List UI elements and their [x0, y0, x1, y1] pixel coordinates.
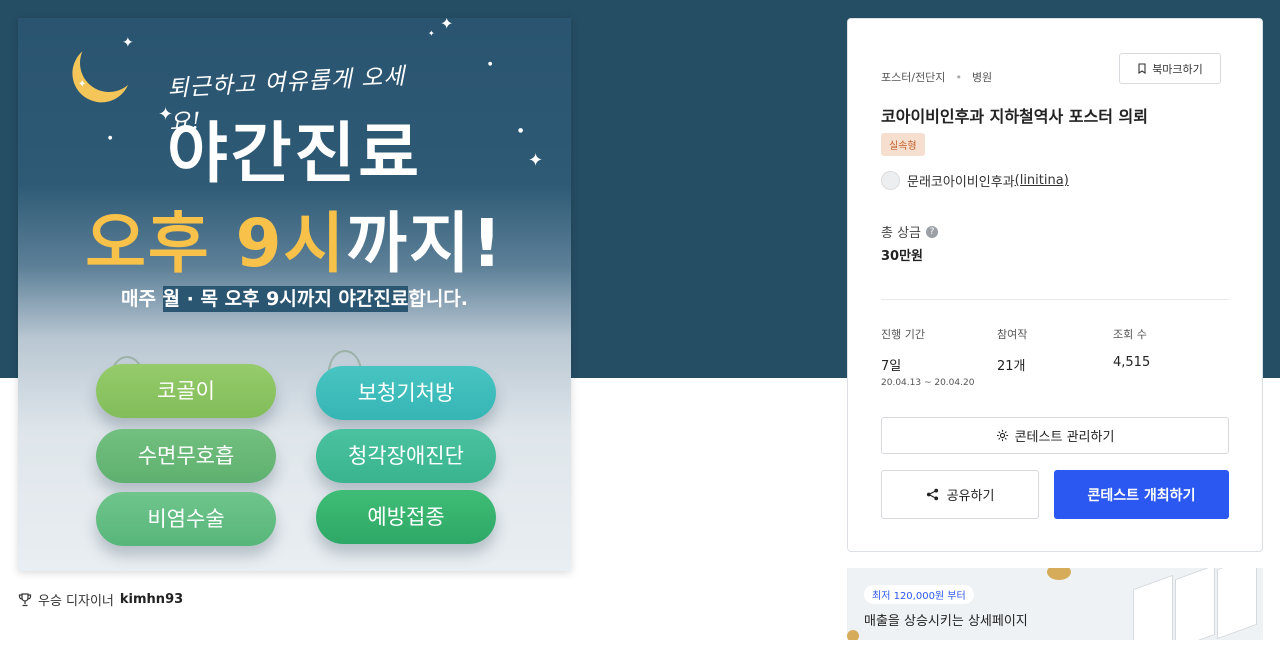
ad-banner[interactable]: 최저 120,000원 부터 매출을 상승시키는 상세페이지	[847, 568, 1263, 640]
bookmark-button[interactable]: 북마크하기	[1119, 53, 1221, 84]
stat-value: 4,515	[1113, 355, 1151, 370]
ad-mockup-image	[1113, 568, 1263, 640]
stat-value: 21개	[997, 359, 1026, 374]
winner-info: 우승 디자이너 kimhn93	[18, 590, 183, 609]
breadcrumb: 포스터/전단지 • 병원	[881, 69, 992, 85]
subline-suffix: 합니다.	[408, 288, 469, 310]
service-pill: 비염수술	[96, 492, 276, 546]
poster-hours-suffix: 까지!	[346, 205, 504, 282]
manage-label: 콘테스트 관리하기	[1014, 430, 1115, 445]
plan-badge: 실속형	[881, 133, 925, 156]
star-icon: ✦	[428, 29, 435, 38]
poster-hours-highlight: 오후 9시	[85, 205, 347, 282]
prize-label-text: 총 상금	[881, 226, 922, 241]
contest-title: 코아이비인후과 지하철역사 포스터 의뢰	[881, 107, 1148, 126]
breadcrumb-separator: •	[955, 70, 962, 84]
poster-subline: 매주 월 · 목 오후 9시까지 야간진료합니다.	[18, 284, 571, 312]
star-icon: ✦	[78, 79, 87, 90]
winner-designer[interactable]: kimhn93	[120, 592, 183, 607]
breadcrumb-category[interactable]: 포스터/전단지	[881, 69, 945, 85]
stat-label: 참여작	[997, 328, 1028, 341]
bookmark-label: 북마크하기	[1152, 62, 1203, 76]
ad-card	[1133, 574, 1173, 640]
host-name: 문래코아이비인후과	[907, 175, 1015, 190]
stat-entries: 참여작 21개	[997, 326, 1027, 374]
service-pill: 수면무호흡	[96, 429, 276, 483]
star-icon: ●	[488, 61, 493, 67]
coin-decoration	[847, 630, 859, 640]
service-pill: 코골이	[96, 364, 276, 418]
ad-card	[1175, 568, 1215, 640]
stat-date-range: 20.04.13 ~ 20.04.20	[881, 378, 975, 388]
share-button[interactable]: 공유하기	[881, 470, 1039, 519]
poster-hours-headline: 오후 9시까지!	[18, 190, 571, 286]
help-icon[interactable]: ?	[926, 225, 939, 238]
ad-price-pill: 최저 120,000원 부터	[864, 585, 974, 604]
contest-info-panel: 포스터/전단지 • 병원 북마크하기 코아이비인후과 지하철역사 포스터 의뢰 …	[847, 18, 1263, 552]
share-icon	[926, 488, 938, 501]
stat-value: 7일	[881, 359, 902, 374]
gear-icon	[996, 429, 1008, 442]
subline-highlight: 월 · 목 오후 9시까지 야간진료	[162, 286, 409, 312]
service-pill: 청각장애진단	[316, 429, 496, 483]
subline-prefix: 매주	[120, 288, 163, 310]
prize-value: 30만원	[881, 249, 924, 264]
poster-headline: 야간진료	[167, 115, 422, 192]
coin-decoration	[1047, 568, 1071, 580]
stat-label: 조회 수	[1113, 328, 1147, 341]
service-pill: 보청기처방	[316, 366, 496, 420]
bookmark-icon	[1138, 63, 1146, 74]
star-icon: ✦	[122, 35, 134, 51]
share-label: 공유하기	[946, 489, 995, 504]
stat-views: 조회 수 4,515	[1113, 326, 1150, 370]
manage-contest-button[interactable]: 콘테스트 관리하기	[881, 417, 1229, 454]
ad-card	[1217, 568, 1257, 640]
divider	[881, 299, 1229, 300]
ad-text: 매출을 상승시키는 상세페이지	[864, 614, 1028, 629]
winner-label: 우승 디자이너	[38, 594, 114, 609]
prize-label: 총 상금 ?	[881, 222, 939, 241]
host-id[interactable]: (linitina)	[1015, 173, 1069, 188]
host-info[interactable]: 문래코아이비인후과 (linitina)	[881, 171, 1069, 190]
star-icon: ✦	[440, 18, 454, 33]
avatar	[881, 171, 900, 190]
service-pill: 예방접종	[316, 490, 496, 544]
stat-label: 진행 기간	[881, 328, 925, 341]
host-contest-button[interactable]: 콘테스트 개최하기	[1054, 470, 1229, 519]
contest-winning-image[interactable]: ✦ ✦ ✦ ✦ ✦ ✦ ● ● ● 퇴근하고 여유롭게 오세요! 야간진료 오후…	[18, 18, 571, 571]
breadcrumb-subcategory[interactable]: 병원	[972, 69, 992, 85]
stat-duration: 진행 기간 7일 20.04.13 ~ 20.04.20	[881, 326, 974, 388]
trophy-icon	[18, 592, 32, 606]
